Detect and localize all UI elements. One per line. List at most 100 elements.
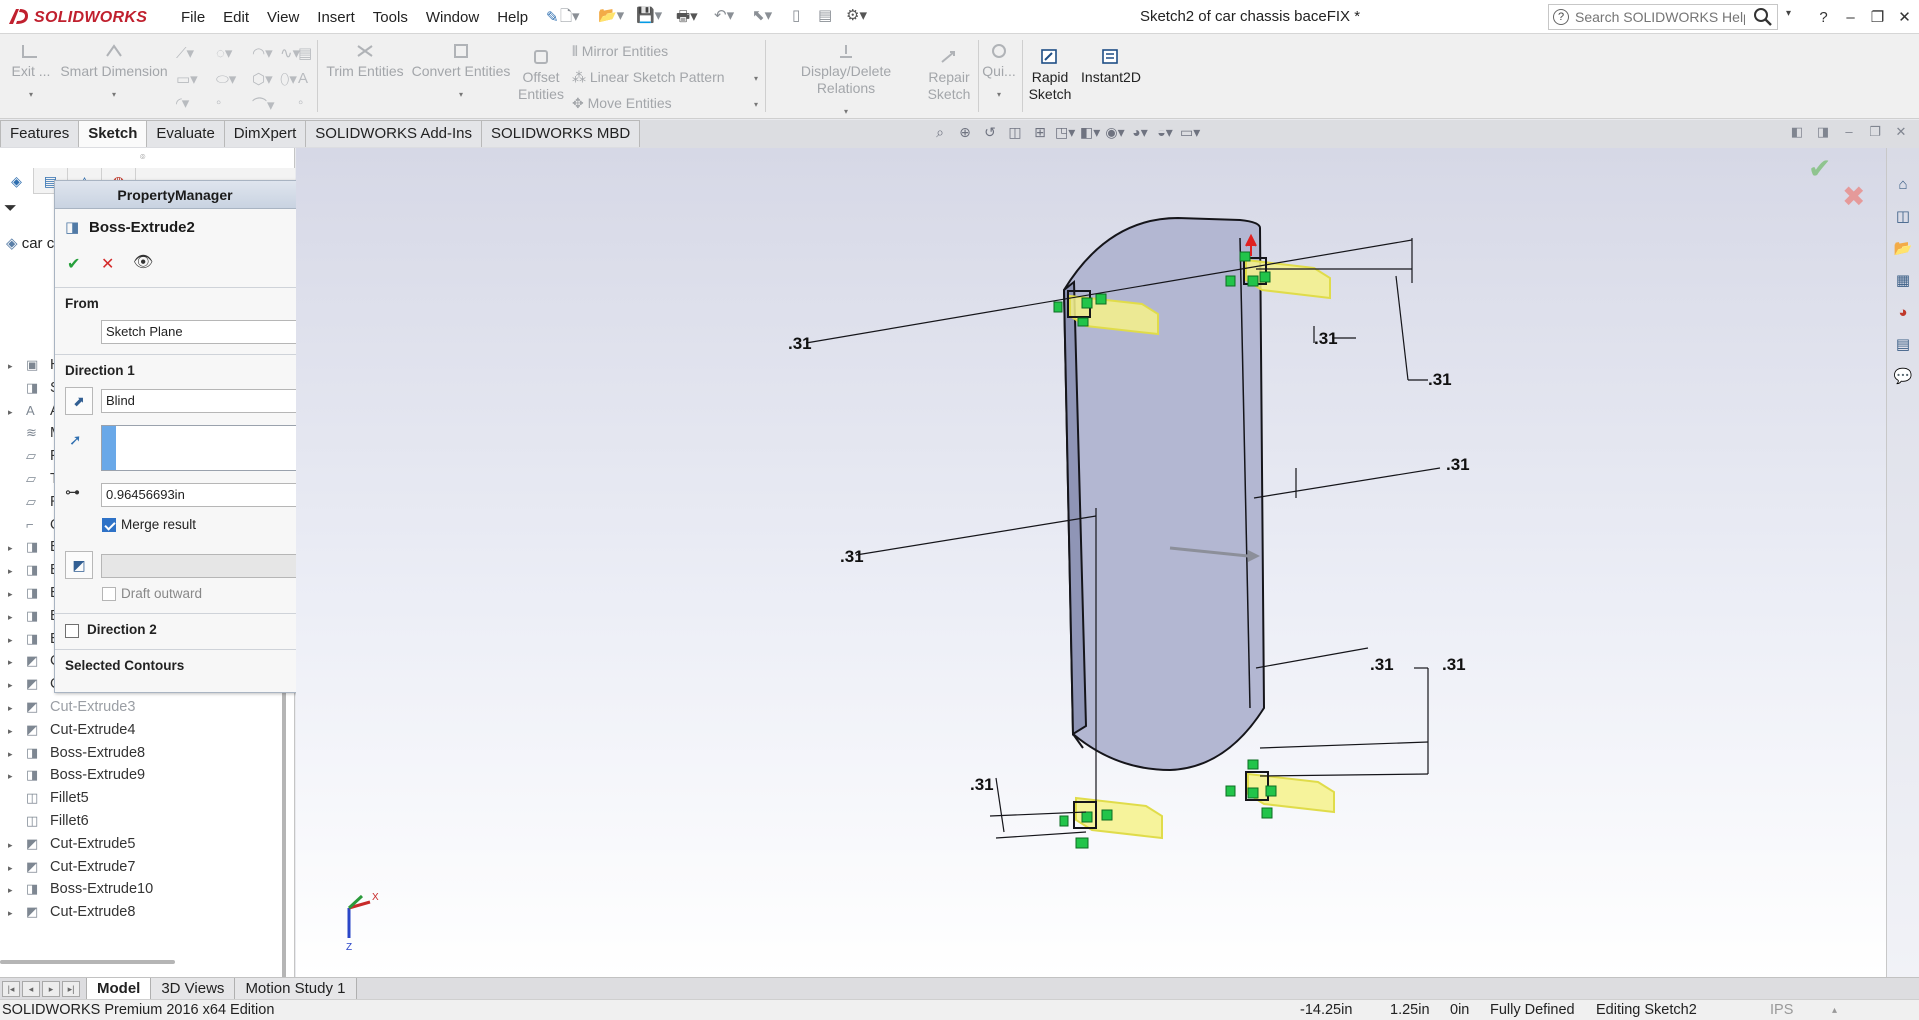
cancel-x-icon[interactable]: ✕ [101,254,114,274]
confirm-cancel-icon[interactable]: ✖ [1842,180,1865,213]
viewport-restore-icon[interactable]: ❐ [1866,124,1884,146]
tree-item[interactable]: ▱R [8,491,60,513]
fillet-sketch-icon[interactable]: ◜▾ [176,94,189,112]
tab-sketch[interactable]: Sketch [78,120,148,147]
feature-manager-tab-icon[interactable]: ◈ [0,168,34,194]
tab-motion-study[interactable]: Motion Study 1 [234,978,357,1000]
tree-item[interactable]: ▸AA [8,400,60,422]
direction2-title[interactable]: Direction 2 [87,622,157,637]
menu-file[interactable]: File [172,9,214,26]
dimension-text[interactable]: .31 [1446,455,1470,474]
expand-arrow-icon[interactable]: ▸ [8,834,20,856]
menu-insert[interactable]: Insert [308,9,364,26]
depth-input[interactable]: 0.96456693in▴▾ [101,483,320,507]
dimension-text[interactable]: .31 [970,775,994,794]
last-tab-icon[interactable]: ▸| [62,981,80,997]
tree-item[interactable]: ▸ ◩ Cut-Extrude7 [8,856,135,878]
home-icon[interactable]: ⌂ [1890,172,1916,198]
expand-arrow-icon[interactable]: ▸ [8,674,20,696]
end-condition-select[interactable]: Blind﹀ [101,389,320,413]
ok-check-icon[interactable]: ✔ [67,254,80,274]
tree-item[interactable]: ▸ ◩ Cut-Extrude3 [8,696,135,718]
tab-features[interactable]: Features [0,120,80,147]
select-icon[interactable]: ⬉▾ [752,6,772,28]
panel-splitter-handle[interactable]: ⌾ [140,152,145,163]
dynamic-annotation-icon[interactable]: ⊞ [1030,124,1050,146]
restore-button[interactable]: ❐ [1864,8,1891,26]
menu-tools[interactable]: Tools [364,9,417,26]
hide-show-items-icon[interactable]: ◉▾ [1105,124,1125,146]
polygon-tool-icon[interactable]: ⬡▾ [252,70,273,88]
tile-right-icon[interactable]: ◨ [1814,124,1832,146]
merge-result-checkbox[interactable] [102,518,116,532]
expand-arrow-icon[interactable]: ▸ [8,857,20,879]
expand-arrow-icon[interactable]: ▸ [8,697,20,719]
dimension-text[interactable]: .31 [1370,655,1394,674]
minimize-button[interactable]: – [1837,9,1864,26]
tree-horizontal-scrollbar[interactable] [0,960,175,964]
confirm-check-icon[interactable]: ✔ [1808,152,1831,185]
tree-item[interactable]: ▱F [8,445,59,467]
direction2-checkbox[interactable] [65,624,79,638]
preview-eye-icon[interactable]: 👁 [133,252,153,272]
instant2d-button[interactable]: Instant2D [1078,48,1144,86]
tree-item[interactable]: ▸◩C [8,673,60,695]
search-input[interactable] [1575,7,1745,27]
linear-pattern-button[interactable]: ⁂ Linear Sketch Pattern [572,69,725,86]
tree-item[interactable]: ▸ ◨ Boss-Extrude10 [8,878,153,900]
tab-evaluate[interactable]: Evaluate [146,120,225,147]
apply-scene-icon[interactable]: ◒▾ [1155,124,1175,146]
menu-window[interactable]: Window [417,9,488,26]
expand-arrow-icon[interactable]: ▸ [8,720,20,742]
edit-appearance-icon[interactable]: ◕▾ [1130,124,1150,146]
expand-arrow-icon[interactable]: ▸ [8,902,20,924]
centerline-tool-icon[interactable]: ◦ [298,94,303,111]
view-palette-icon[interactable]: ▦ [1890,268,1916,294]
slot-tool-icon[interactable]: ⬭▾ [216,70,236,88]
open-icon[interactable]: 📂▾ [598,6,624,28]
tree-item[interactable]: ▸◨B [8,628,60,650]
dimension-text[interactable]: .31 [840,547,864,566]
graphics-area[interactable]: .31 .31 .31 .31 .31 .31 .31 .31 Z X ✔ ✖ [296,148,1886,977]
solidworks-logo[interactable]: SOLIDWORKS [6,4,156,30]
tree-item[interactable]: ▸◩C [8,650,60,672]
dimension-text[interactable]: .31 [788,334,812,353]
dimension-text[interactable]: .31 [1442,655,1466,674]
tree-item[interactable]: ▸ ◩ Cut-Extrude8 [8,901,135,923]
tree-item[interactable]: ▸◨B [8,582,60,604]
design-library-icon[interactable]: ◫ [1890,204,1916,230]
model-view[interactable]: .31 .31 .31 .31 .31 .31 .31 .31 Z X [296,148,1886,977]
line-tool-icon[interactable]: ⟋▾ [176,44,194,62]
tree-root[interactable]: ◈ car c [6,234,54,252]
undo-icon[interactable]: ↶▾ [714,6,734,28]
mirror-entities-button[interactable]: ⫴ Mirror Entities [572,43,668,60]
tree-item[interactable]: ▸◨B [8,559,60,581]
text-tool-icon[interactable]: A [298,70,308,87]
tree-item[interactable]: ▸▣H [8,354,60,376]
tab-addins[interactable]: SOLIDWORKS Add-Ins [305,120,483,147]
file-explorer-icon[interactable]: 📂 [1890,236,1916,262]
help-menu-icon[interactable]: ? [1810,9,1837,26]
filter-icon[interactable]: ⏷ [4,200,17,218]
tree-item[interactable]: ▸◨B [8,605,60,627]
expand-arrow-icon[interactable]: ▸ [8,583,20,605]
tab-mbd[interactable]: SOLIDWORKS MBD [481,120,641,147]
tree-item[interactable]: ▸ ◨ Boss-Extrude8 [8,742,145,764]
print-icon[interactable]: 🖶▾ [676,6,698,28]
text-sketch-icon[interactable]: ▤ [298,44,312,62]
ellipse-tool-icon[interactable]: ⬯▾ [280,70,297,88]
first-tab-icon[interactable]: |◂ [2,981,20,997]
new-document-icon[interactable]: 🗋▾ [560,6,580,28]
menu-view[interactable]: View [258,9,308,26]
prev-tab-icon[interactable]: ◂ [22,981,40,997]
expand-arrow-icon[interactable]: ▸ [8,355,20,377]
search-icon[interactable] [1752,7,1774,27]
smart-dimension-button[interactable]: Smart Dimension ▾ [60,42,168,103]
tile-left-icon[interactable]: ◧ [1788,124,1806,146]
circle-tool-icon[interactable]: ◌▾ [216,44,232,62]
from-select[interactable]: Sketch Plane﹀ [101,320,320,344]
file-properties-icon[interactable]: ▤ [818,6,832,28]
selected-contours-title[interactable]: Selected Contours [65,658,184,673]
zoom-area-icon[interactable]: ⊕ [955,124,975,146]
unit-dropdown-icon[interactable]: ▴ [1832,1005,1837,1016]
